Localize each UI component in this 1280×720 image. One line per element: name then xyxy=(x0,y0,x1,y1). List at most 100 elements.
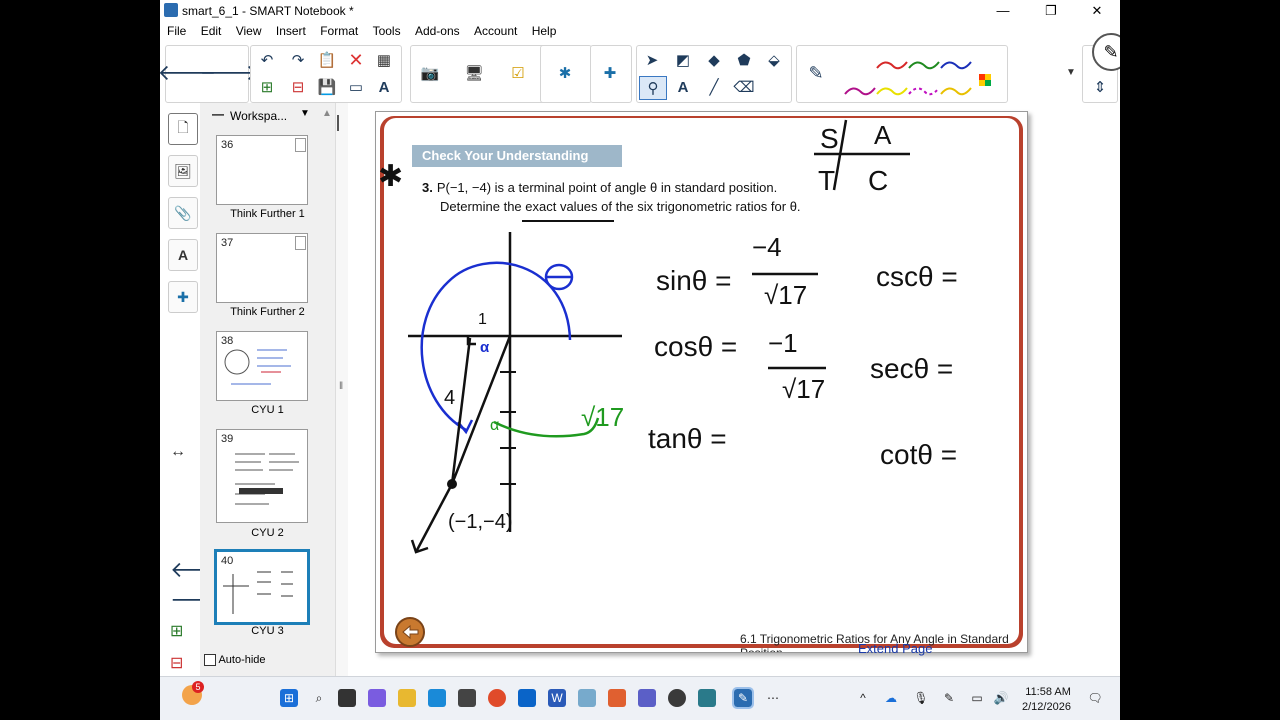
attachments-tab-icon[interactable]: 📎 xyxy=(168,197,198,229)
show-hidden-icons[interactable]: ^ xyxy=(854,689,872,707)
autohide-checkbox[interactable] xyxy=(204,654,216,667)
redo-icon[interactable]: ↷ xyxy=(285,49,311,71)
response-icon[interactable]: ☑ xyxy=(505,62,531,84)
menu-view[interactable]: View xyxy=(236,21,262,38)
extend-page-link[interactable]: Extend Page xyxy=(858,641,932,656)
network-icon[interactable]: ▭ xyxy=(968,689,986,707)
copilot-icon[interactable] xyxy=(368,689,386,707)
app-icon[interactable] xyxy=(668,689,686,707)
microphone-icon[interactable]: 🎙 xyxy=(912,689,930,707)
menu-tools[interactable]: Tools xyxy=(373,21,401,38)
panel-splitter[interactable]: ‖ xyxy=(335,103,349,680)
pen-icon[interactable]: ✎ xyxy=(803,62,829,84)
sidebar-add-page-icon[interactable]: ⊞ xyxy=(170,621,183,641)
notebook-page[interactable]: Check Your Understanding 3. P(−1, −4) is … xyxy=(375,111,1028,653)
task-view-icon[interactable] xyxy=(338,689,356,707)
handwriting-recognition-icon[interactable]: A xyxy=(371,76,397,98)
page-sorter-tab-icon[interactable]: 🗋 xyxy=(168,113,198,145)
page-thumbnail[interactable]: 37 xyxy=(216,233,308,303)
file-explorer-icon[interactable] xyxy=(398,689,416,707)
pen-tool-icon[interactable]: ◩ xyxy=(670,49,696,71)
properties-tab-icon[interactable]: A xyxy=(168,239,198,271)
delete-icon[interactable]: ✕ xyxy=(343,49,369,71)
measurement-tool-icon[interactable]: ⚲ xyxy=(639,76,667,100)
autohide-label: Auto-hide xyxy=(218,654,266,666)
search-icon[interactable]: ⌕ xyxy=(310,689,328,707)
screen-shade-icon[interactable]: ▭ xyxy=(343,76,369,98)
capture-icon[interactable]: 📷 xyxy=(417,62,443,84)
menu-edit[interactable]: Edit xyxy=(201,21,222,38)
page-thumbnail[interactable]: 39 xyxy=(216,429,308,523)
onedrive-icon[interactable]: ☁ xyxy=(882,689,900,707)
text-tool-icon[interactable]: A xyxy=(670,76,696,98)
fill-tool-icon[interactable]: ⬙ xyxy=(761,49,787,71)
delete-page-icon[interactable]: ⊟ xyxy=(285,76,311,98)
draw-tools-group: ➤ ◩ ◆ ⬟ ⬙ ⚲ A ╱ ⌫ xyxy=(636,45,792,103)
tan-label: tanθ = xyxy=(648,423,727,454)
smart-notebook-taskbar-icon[interactable]: ✎ xyxy=(732,687,754,709)
collapse-icon[interactable]: — xyxy=(212,107,224,121)
eraser-icon[interactable]: ⌫ xyxy=(731,76,757,98)
paste-icon[interactable]: 📋 xyxy=(314,49,340,71)
snipping-icon[interactable] xyxy=(578,689,596,707)
start-icon[interactable]: ⊞ xyxy=(280,689,298,707)
close-button[interactable]: ✕ xyxy=(1074,0,1120,21)
line-tool-icon[interactable]: ╱ xyxy=(701,76,727,98)
move-toolbar-icon[interactable]: ⇕ xyxy=(1087,76,1113,98)
page-thumbnail[interactable]: 38 xyxy=(216,331,308,401)
store-icon[interactable] xyxy=(458,689,476,707)
undo-icon[interactable]: ↶ xyxy=(254,49,280,71)
autohide-option[interactable]: Auto-hide xyxy=(204,654,266,667)
system-clock[interactable]: 11:58 AM 2/12/2026 xyxy=(1022,685,1071,715)
menu-help[interactable]: Help xyxy=(532,21,557,38)
powerpoint-icon[interactable] xyxy=(608,689,626,707)
menu-format[interactable]: Format xyxy=(320,21,358,38)
resize-sidebar-icon[interactable]: ↔ xyxy=(170,443,186,461)
add-page-icon[interactable]: ⊞ xyxy=(254,76,280,98)
menu-addons[interactable]: Add-ons xyxy=(415,21,460,38)
menu-account[interactable]: Account xyxy=(474,21,517,38)
sin-label: sinθ = xyxy=(656,265,732,296)
table-icon[interactable]: ▦ xyxy=(371,49,397,71)
menu-insert[interactable]: Insert xyxy=(276,21,306,38)
shapes-tool-icon[interactable]: ◆ xyxy=(701,49,727,71)
sidebar-delete-page-icon[interactable]: ⊟ xyxy=(170,653,183,673)
eraser-tool-icon[interactable]: ⬟ xyxy=(731,49,757,71)
edit-tools-group: ↶ ↷ 📋 ✕ ▦ ⊞ ⊟ 💾 ▭ A xyxy=(250,45,402,103)
word-icon[interactable]: W xyxy=(548,689,566,707)
edge-icon[interactable] xyxy=(428,689,446,707)
toolbar-more-icon[interactable]: ▼ xyxy=(1058,61,1084,83)
page-thumbnail-selected[interactable]: 40 xyxy=(214,549,310,625)
chrome-icon[interactable] xyxy=(488,689,506,707)
reference-triangle xyxy=(450,335,512,485)
group-dropdown-icon[interactable]: ▼ xyxy=(300,108,310,119)
maximize-button[interactable]: ❐ xyxy=(1028,0,1074,21)
pen-color-swatches[interactable] xyxy=(841,50,1001,100)
outlook-icon[interactable] xyxy=(518,689,536,707)
more-apps-icon[interactable]: ⋯ xyxy=(764,689,782,707)
menu-bar: File Edit View Insert Format Tools Add-o… xyxy=(160,21,1120,41)
menu-file[interactable]: File xyxy=(167,21,186,38)
smart-notebook-app-icon xyxy=(164,3,178,17)
select-tool-icon[interactable]: ➤ xyxy=(639,49,665,71)
volume-icon[interactable]: 🔊 xyxy=(992,689,1010,707)
pen-menu-icon[interactable]: ✎ xyxy=(940,689,958,707)
minimize-button[interactable]: — xyxy=(980,0,1026,21)
notifications-icon[interactable]: 🗨 xyxy=(1086,689,1104,707)
document-camera-icon[interactable]: 🖥 xyxy=(461,62,487,84)
teams-icon[interactable] xyxy=(638,689,656,707)
window-title: smart_6_1 - SMART Notebook * xyxy=(182,4,354,18)
addons-tab-icon[interactable]: ✚ xyxy=(168,281,198,313)
app-icon[interactable] xyxy=(698,689,716,707)
previous-page-icon[interactable]: 🡐 xyxy=(160,60,217,85)
lesson-activity-icon[interactable]: ✱ xyxy=(552,62,578,84)
page-thumbnail[interactable]: 36 xyxy=(216,135,308,205)
page-label: CYU 3 xyxy=(251,625,284,637)
gallery-tab-icon[interactable]: 🖼 xyxy=(168,155,198,187)
ink-layer: ✱ S A T C α 1 4 (−1,−4) α √17 sinθ = −4 … xyxy=(378,119,958,554)
notification-badge: 5 xyxy=(192,681,204,693)
next-page-icon[interactable]: 🡒 xyxy=(200,60,259,85)
addons-puzzle-icon[interactable]: ✚ xyxy=(597,62,623,84)
scroll-up-icon[interactable]: ▲ xyxy=(322,108,332,119)
save-icon[interactable]: 💾 xyxy=(314,76,340,98)
